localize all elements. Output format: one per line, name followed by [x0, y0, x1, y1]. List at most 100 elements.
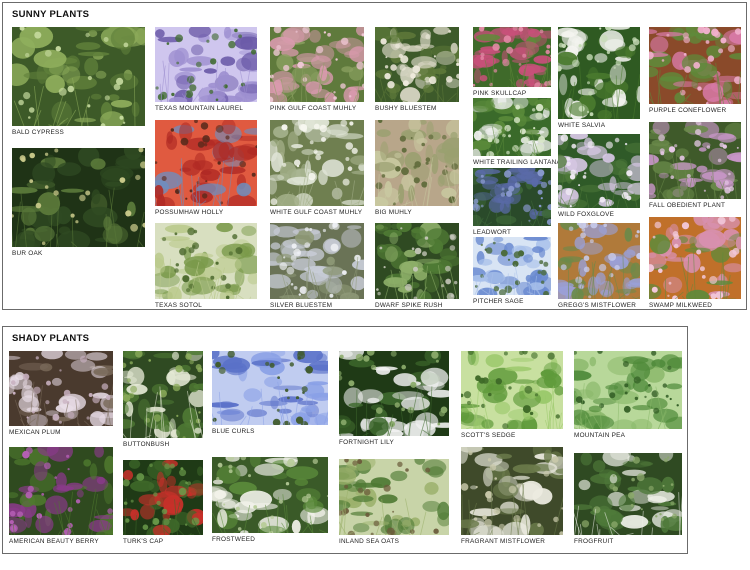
plant-tile-mexican-plum: MEXICAN PLUM — [9, 351, 113, 436]
plant-tile-turks-cap: TURK'S CAP — [123, 460, 203, 545]
plant-label-wild-foxglove: WILD FOXGLOVE — [558, 211, 615, 218]
plant-photo-dwarf-spike-rush — [375, 223, 459, 299]
plant-photo-inland-sea-oats — [339, 459, 449, 535]
plant-label-white-salvia: WHITE SALVIA — [558, 122, 606, 129]
plant-photo-silver-bluestem — [270, 223, 364, 299]
plant-photo-mountain-pea — [574, 351, 682, 429]
plant-photo-purple-coneflower — [649, 27, 741, 104]
plant-tile-mountain-pea: MOUNTAIN PEA — [574, 351, 682, 439]
plant-photo-frogfruit — [574, 453, 682, 535]
plant-tile-silver-bluestem: SILVER BLUESTEM — [270, 223, 364, 309]
plant-photo-texas-sotol — [155, 223, 257, 299]
plant-tile-frostweed: FROSTWEED — [212, 457, 328, 543]
plant-tile-pitcher-sage: PITCHER SAGE — [473, 237, 551, 305]
plant-label-texas-sotol: TEXAS SOTOL — [155, 302, 203, 309]
plant-tile-wild-foxglove: WILD FOXGLOVE — [558, 134, 640, 218]
plant-label-silver-bluestem: SILVER BLUESTEM — [270, 302, 333, 309]
plant-tile-american-beauty-berry: AMERICAN BEAUTY BERRY — [9, 447, 113, 545]
shady-plants-title: SHADY PLANTS — [12, 333, 90, 344]
plant-label-possumhaw-holly: POSSUMHAW HOLLY — [155, 209, 224, 216]
plant-tile-swamp-milkweed: SWAMP MILKWEED — [649, 217, 741, 309]
plant-label-leadwort: LEADWORT — [473, 229, 512, 236]
sunny-plants-panel: SUNNY PLANTS BALD CYPRESS BUR OAK TEXAS MO… — [2, 2, 747, 310]
plant-photo-greggs-mistflower — [558, 223, 640, 299]
plant-photo-white-gulf-coast-muhly — [270, 120, 364, 206]
plant-photo-wild-foxglove — [558, 134, 640, 208]
plant-label-fortnight-lily: FORTNIGHT LILY — [339, 439, 394, 446]
plant-photo-big-muhly — [375, 120, 459, 206]
plant-photo-fragrant-mistflower — [461, 447, 563, 535]
plant-photo-swamp-milkweed — [649, 217, 741, 299]
plant-label-american-beauty-berry: AMERICAN BEAUTY BERRY — [9, 538, 99, 545]
plant-tile-pink-skullcap: PINK SKULLCAP — [473, 27, 551, 97]
plant-photo-frostweed — [212, 457, 328, 533]
plant-tile-buttonbush: BUTTONBUSH — [123, 351, 203, 448]
plant-tile-greggs-mistflower: GREGG'S MISTFLOWER — [558, 223, 640, 309]
plant-photo-bushy-bluestem — [375, 27, 459, 102]
plant-photo-blue-curls — [212, 351, 328, 425]
plant-photo-leadwort — [473, 168, 551, 226]
plant-label-bushy-bluestem: BUSHY BLUESTEM — [375, 105, 437, 112]
plant-tile-fragrant-mistflower: FRAGRANT MISTFLOWER — [461, 447, 563, 545]
plant-photo-scotts-sedge — [461, 351, 563, 429]
plant-label-texas-mountain-laurel: TEXAS MOUNTAIN LAUREL — [155, 105, 244, 112]
plant-photo-fall-obedient-plant — [649, 122, 741, 199]
plant-label-fragrant-mistflower: FRAGRANT MISTFLOWER — [461, 538, 546, 545]
plant-photo-buttonbush — [123, 351, 203, 438]
plant-tile-bushy-bluestem: BUSHY BLUESTEM — [375, 27, 459, 112]
plant-label-big-muhly: BIG MUHLY — [375, 209, 412, 216]
plant-tile-texas-mountain-laurel: TEXAS MOUNTAIN LAUREL — [155, 27, 257, 112]
plant-label-inland-sea-oats: INLAND SEA OATS — [339, 538, 400, 545]
plant-photo-white-trailing-lantana — [473, 98, 551, 156]
plant-label-swamp-milkweed: SWAMP MILKWEED — [649, 302, 713, 309]
plant-photo-mexican-plum — [9, 351, 113, 426]
plant-tile-bur-oak: BUR OAK — [12, 148, 145, 257]
plant-tile-bald-cypress: BALD CYPRESS — [12, 27, 145, 136]
plant-photo-bald-cypress — [12, 27, 145, 126]
shady-plants-panel: SHADY PLANTS MEXICAN PLUM AMERICAN BEAUTY… — [2, 326, 688, 554]
plant-tile-white-trailing-lantana: WHITE TRAILING LANTANA — [473, 98, 561, 166]
plant-label-pitcher-sage: PITCHER SAGE — [473, 298, 524, 305]
plant-tile-white-gulf-coast-muhly: WHITE GULF COAST MUHLY — [270, 120, 364, 216]
plant-tile-fortnight-lily: FORTNIGHT LILY — [339, 351, 449, 446]
plant-label-fall-obedient-plant: FALL OBEDIENT PLANT — [649, 202, 726, 209]
plant-label-dwarf-spike-rush: DWARF SPIKE RUSH — [375, 302, 443, 309]
plant-label-pink-gulf-coast-muhly: PINK GULF COAST MUHLY — [270, 105, 357, 112]
plant-tile-possumhaw-holly: POSSUMHAW HOLLY — [155, 120, 257, 216]
plant-label-white-gulf-coast-muhly: WHITE GULF COAST MUHLY — [270, 209, 363, 216]
plant-photo-turks-cap — [123, 460, 203, 535]
plant-tile-scotts-sedge: SCOTT'S SEDGE — [461, 351, 563, 439]
plant-tile-frogfruit: FROGFRUIT — [574, 453, 682, 545]
plant-label-bur-oak: BUR OAK — [12, 250, 43, 257]
plant-label-buttonbush: BUTTONBUSH — [123, 441, 170, 448]
plant-photo-possumhaw-holly — [155, 120, 257, 206]
plant-tile-big-muhly: BIG MUHLY — [375, 120, 459, 216]
plant-tile-purple-coneflower: PURPLE CONEFLOWER — [649, 27, 741, 114]
plant-tile-inland-sea-oats: INLAND SEA OATS — [339, 459, 449, 545]
plant-label-purple-coneflower: PURPLE CONEFLOWER — [649, 107, 727, 114]
plant-label-frostweed: FROSTWEED — [212, 536, 256, 543]
plant-photo-pitcher-sage — [473, 237, 551, 295]
plant-photo-fortnight-lily — [339, 351, 449, 436]
plant-label-white-trailing-lantana: WHITE TRAILING LANTANA — [473, 159, 561, 166]
plant-tile-fall-obedient-plant: FALL OBEDIENT PLANT — [649, 122, 741, 209]
plant-photo-pink-gulf-coast-muhly — [270, 27, 364, 102]
plant-photo-pink-skullcap — [473, 27, 551, 87]
plant-label-mountain-pea: MOUNTAIN PEA — [574, 432, 626, 439]
plant-label-turks-cap: TURK'S CAP — [123, 538, 164, 545]
plant-label-frogfruit: FROGFRUIT — [574, 538, 614, 545]
plant-tile-blue-curls: BLUE CURLS — [212, 351, 328, 435]
plant-tile-white-salvia: WHITE SALVIA — [558, 27, 640, 129]
plant-label-greggs-mistflower: GREGG'S MISTFLOWER — [558, 302, 637, 309]
plant-label-bald-cypress: BALD CYPRESS — [12, 129, 65, 136]
plant-label-pink-skullcap: PINK SKULLCAP — [473, 90, 527, 97]
plant-photo-white-salvia — [558, 27, 640, 119]
plant-label-blue-curls: BLUE CURLS — [212, 428, 255, 435]
plant-tile-pink-gulf-coast-muhly: PINK GULF COAST MUHLY — [270, 27, 364, 112]
plant-tile-texas-sotol: TEXAS SOTOL — [155, 223, 257, 309]
plant-label-mexican-plum: MEXICAN PLUM — [9, 429, 61, 436]
plant-photo-american-beauty-berry — [9, 447, 113, 535]
plant-photo-bur-oak — [12, 148, 145, 247]
plant-photo-texas-mountain-laurel — [155, 27, 257, 102]
plant-tile-leadwort: LEADWORT — [473, 168, 551, 236]
